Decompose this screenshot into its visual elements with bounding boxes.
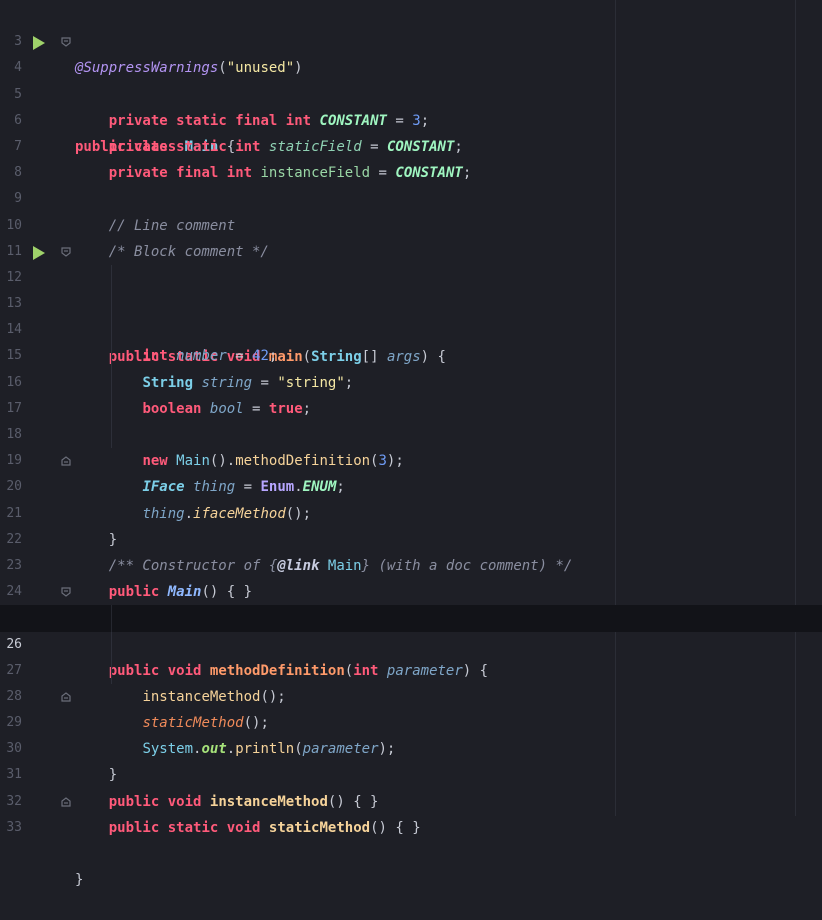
code-line[interactable]: 11 (0, 213, 822, 259)
fold-icon[interactable] (61, 587, 71, 597)
indent-guide (111, 631, 112, 658)
code-line[interactable]: 8 (0, 134, 822, 180)
code-line[interactable]: 17 new Main().methodDefinition(3); (0, 369, 822, 469)
code-line[interactable]: 3 @SuppressWarnings("unused") (0, 3, 822, 76)
indent-guide (111, 343, 112, 370)
indent-guide (111, 422, 112, 449)
fold-end-icon[interactable] (61, 456, 71, 466)
code-line[interactable]: 28 System.out.println(parameter); (0, 657, 822, 757)
code-line[interactable]: 18 IFace thing = Enum.ENUM; (0, 395, 822, 495)
code-line[interactable]: 23 public Main() { } (0, 527, 822, 600)
fold-icon[interactable] (61, 247, 71, 257)
indent-guide (111, 395, 112, 422)
line-number: 33 (6, 819, 22, 835)
code-line[interactable]: 7 private final int instanceField = CONS… (0, 108, 822, 181)
code-line[interactable]: 4 public class Main { (0, 29, 822, 155)
code-line[interactable]: 6 private static int staticField = CONST… (0, 82, 822, 155)
run-icon[interactable] (33, 245, 45, 260)
code-line[interactable]: 20 } (0, 448, 822, 548)
code-line[interactable]: 24 (0, 553, 822, 599)
code-line[interactable]: 22 /** Constructor of {@link Main} (with… (0, 501, 822, 574)
code-line[interactable]: 29 } (0, 684, 822, 783)
code-line[interactable]: 12 public static void main(String[] args… (0, 239, 822, 365)
code-line[interactable]: 27 staticMethod(); (0, 631, 822, 731)
indent-guide (111, 291, 112, 318)
indent-guide (111, 317, 112, 344)
code-line[interactable]: 33 } (0, 789, 822, 888)
code-line[interactable]: 5 private static final int CONSTANT = 3; (0, 55, 822, 129)
code-line[interactable]: 21 (0, 474, 822, 521)
fold-icon[interactable] (61, 37, 71, 47)
code-line[interactable]: 25 public void methodDefinition(int para… (0, 579, 822, 679)
code-line[interactable]: 10 /* Block comment */ (0, 186, 822, 260)
fold-end-icon[interactable] (61, 692, 71, 702)
code-line[interactable]: 19 thing.ifaceMethod(); (0, 422, 822, 522)
code-line[interactable]: 15 boolean bool = true; (0, 317, 822, 417)
code-editor[interactable]: 3 @SuppressWarnings("unused") 4 public c… (0, 0, 822, 888)
code-line[interactable]: 32 public static void staticMethod() { } (0, 762, 822, 836)
code-line[interactable]: 9 // Line comment (0, 160, 822, 233)
fold-end-icon[interactable] (61, 796, 71, 807)
code-line[interactable]: 13 int number = 42; (0, 264, 822, 364)
run-icon[interactable] (33, 36, 45, 51)
code-line[interactable]: 30 (0, 710, 822, 756)
indent-guide (111, 369, 112, 396)
code-lines: 3 @SuppressWarnings("unused") 4 public c… (0, 3, 822, 888)
indent-guide (111, 264, 112, 292)
current-code-line[interactable]: 26 instanceMethod(); (0, 605, 822, 705)
indent-guide (111, 605, 112, 632)
code-line[interactable]: 16 (0, 343, 822, 390)
indent-guide (111, 657, 112, 684)
code-line[interactable]: 31 public void instanceMethod() { } (0, 736, 822, 809)
code-line[interactable]: 14 String string = "string"; (0, 291, 822, 391)
